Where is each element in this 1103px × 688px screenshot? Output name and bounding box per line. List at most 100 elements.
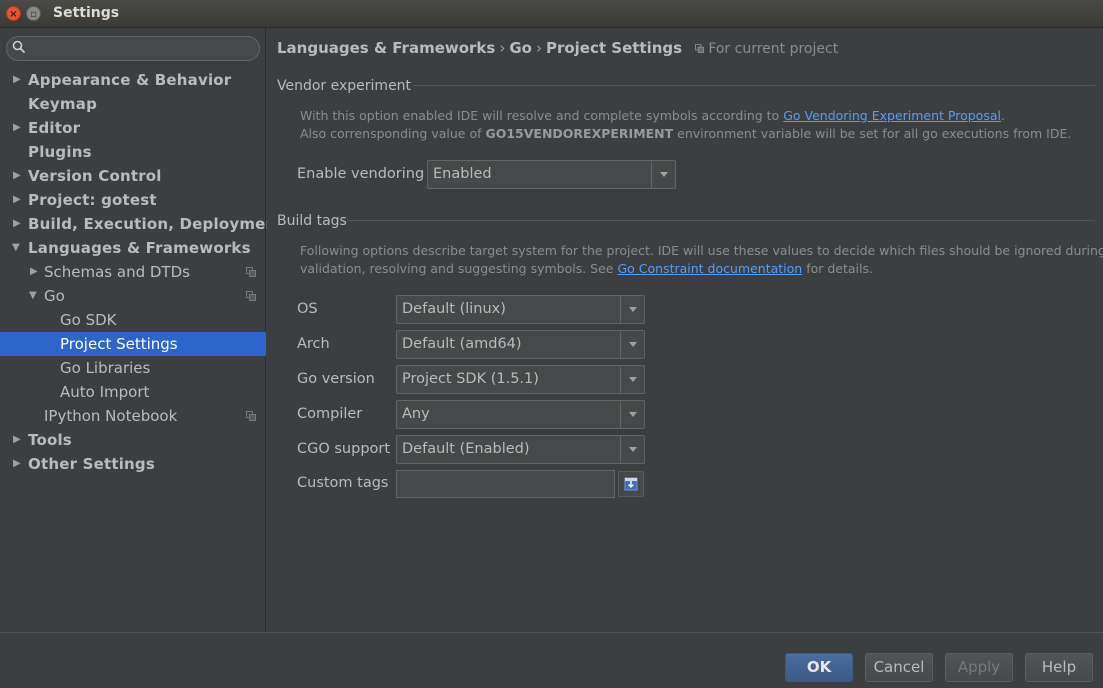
collapsed-arrow-icon: ▶ <box>30 266 38 277</box>
collapsed-arrow-icon: ▶ <box>13 194 21 205</box>
apply-button[interactable]: Apply <box>945 653 1013 682</box>
sidebar-item-label: Go <box>44 287 65 305</box>
sidebar-item-ipython[interactable]: IPython Notebook <box>0 404 266 428</box>
project-scope-icon <box>246 411 256 421</box>
arch-label: Arch <box>297 336 330 352</box>
custom-tags-label: Custom tags <box>297 475 389 491</box>
go-version-label: Go version <box>297 371 375 387</box>
sidebar-item-other-settings[interactable]: ▶ Other Settings <box>0 452 266 476</box>
help-button[interactable]: Help <box>1025 653 1093 682</box>
build-tags-section-title: Build tags <box>277 213 347 229</box>
search-input[interactable] <box>6 36 260 61</box>
dialog-button-bar: OK Cancel Apply Help <box>0 632 1103 688</box>
sidebar-item-label: Schemas and DTDs <box>44 263 190 281</box>
sidebar-item-schemas[interactable]: ▶ Schemas and DTDs <box>0 260 266 284</box>
sidebar-item-go-sdk[interactable]: Go SDK <box>0 308 266 332</box>
cgo-support-select[interactable]: Default (Enabled) <box>396 435 645 464</box>
build-tags-desc-text: validation, resolving and suggesting sym… <box>300 261 618 276</box>
sidebar-item-label: Project Settings <box>60 335 178 353</box>
expanded-arrow-icon: ▼ <box>29 290 37 301</box>
arch-select[interactable]: Default (amd64) <box>396 330 645 359</box>
project-scope-icon <box>246 267 256 277</box>
vendor-desc-text: Also corrensponding value of <box>300 126 486 141</box>
sidebar-item-label: Build, Execution, Deployment <box>28 215 284 233</box>
vendor-section-title: Vendor experiment <box>277 78 412 94</box>
sidebar-item-auto-import[interactable]: Auto Import <box>0 380 266 404</box>
title-bar: × ▫ Settings <box>0 0 1103 28</box>
scope-indicator: For current project <box>695 41 838 57</box>
sidebar-item-tools[interactable]: ▶ Tools <box>0 428 266 452</box>
close-window-button[interactable]: × <box>6 6 21 21</box>
select-value: Default (amd64) <box>402 336 522 352</box>
sidebar-item-go-libraries[interactable]: Go Libraries <box>0 356 266 380</box>
chevron-down-icon <box>620 331 644 358</box>
chevron-down-icon <box>651 161 675 188</box>
maximize-window-button[interactable]: ▫ <box>26 6 41 21</box>
chevron-down-icon <box>620 436 644 463</box>
compiler-label: Compiler <box>297 406 363 422</box>
window-title: Settings <box>53 5 120 21</box>
sidebar-item-editor[interactable]: ▶ Editor <box>0 116 266 140</box>
expanded-arrow-icon: ▼ <box>12 242 20 253</box>
project-scope-icon <box>246 291 256 301</box>
settings-content: Languages & Frameworks › Go › Project Settin… <box>267 28 1103 632</box>
sidebar-item-plugins[interactable]: Plugins <box>0 140 266 164</box>
collapsed-arrow-icon: ▶ <box>13 122 21 133</box>
ok-button[interactable]: OK <box>785 653 853 682</box>
sidebar-item-label: Auto Import <box>60 383 150 401</box>
sidebar-item-label: Languages & Frameworks <box>28 239 251 257</box>
expand-icon <box>624 477 638 491</box>
vendor-desc-text: environment variable will be set for all… <box>673 126 1072 141</box>
breadcrumb: Languages & Frameworks › Go › Project Settin… <box>277 39 838 57</box>
cancel-button[interactable]: Cancel <box>865 653 933 682</box>
sidebar-item-build[interactable]: ▶ Build, Execution, Deployment <box>0 212 284 236</box>
sidebar-item-label: Go SDK <box>60 311 117 329</box>
sidebar-item-label: Plugins <box>28 143 92 161</box>
chevron-down-icon <box>620 401 644 428</box>
custom-tags-field[interactable] <box>396 470 615 498</box>
collapsed-arrow-icon: ▶ <box>13 434 21 445</box>
sidebar-item-label: Keymap <box>28 95 98 113</box>
sidebar-item-project[interactable]: ▶ Project: gotest <box>0 188 266 212</box>
collapsed-arrow-icon: ▶ <box>13 170 21 181</box>
sidebar-item-appearance[interactable]: ▶ Appearance & Behavior <box>0 68 266 92</box>
constraint-doc-link[interactable]: Go Constraint documentation <box>617 261 802 276</box>
chevron-down-icon <box>620 296 644 323</box>
breadcrumb-separator: › <box>535 39 542 57</box>
os-label: OS <box>297 301 318 317</box>
breadcrumb-part: Go <box>509 39 532 57</box>
sidebar-item-keymap[interactable]: Keymap <box>0 92 266 116</box>
build-tags-desc-text: for details. <box>802 261 873 276</box>
go-version-select[interactable]: Project SDK (1.5.1) <box>396 365 645 394</box>
sidebar-item-label: Editor <box>28 119 81 137</box>
env-variable-name: GO15VENDOREXPERIMENT <box>485 126 674 141</box>
compiler-select[interactable]: Any <box>396 400 645 429</box>
sidebar-item-project-settings[interactable]: Project Settings <box>0 332 266 356</box>
collapsed-arrow-icon: ▶ <box>13 218 21 229</box>
sidebar-item-label: Project: gotest <box>28 191 157 209</box>
sidebar-item-label: Go Libraries <box>60 359 151 377</box>
vendor-description: With this option enabled IDE will resolv… <box>300 107 1071 143</box>
vendor-desc-text: With this option enabled IDE will resolv… <box>300 108 784 123</box>
section-divider <box>413 85 1095 86</box>
sidebar-item-label: Tools <box>28 431 72 449</box>
enable-vendoring-select[interactable]: Enabled <box>427 160 676 189</box>
expand-field-button[interactable] <box>618 471 644 497</box>
sidebar-item-go[interactable]: ▼ Go <box>0 284 266 308</box>
select-value: Enabled <box>433 166 492 182</box>
project-scope-icon <box>695 44 705 53</box>
select-value: Any <box>402 406 430 422</box>
collapsed-arrow-icon: ▶ <box>13 74 21 85</box>
sidebar-item-languages[interactable]: ▼ Languages & Frameworks <box>0 236 266 260</box>
cgo-support-label: CGO support <box>297 441 391 457</box>
collapsed-arrow-icon: ▶ <box>13 458 21 469</box>
scope-label: For current project <box>708 41 839 57</box>
select-value: Default (Enabled) <box>402 441 530 457</box>
sidebar-item-version-control[interactable]: ▶ Version Control <box>0 164 266 188</box>
os-select[interactable]: Default (linux) <box>396 295 645 324</box>
breadcrumb-part: Project Settings <box>545 39 683 57</box>
build-tags-description: Following options describe target system… <box>300 242 1103 278</box>
vendoring-proposal-link[interactable]: Go Vendoring Experiment Proposal <box>783 108 1001 123</box>
search-icon <box>12 40 26 54</box>
sidebar-item-label: Other Settings <box>28 455 155 473</box>
